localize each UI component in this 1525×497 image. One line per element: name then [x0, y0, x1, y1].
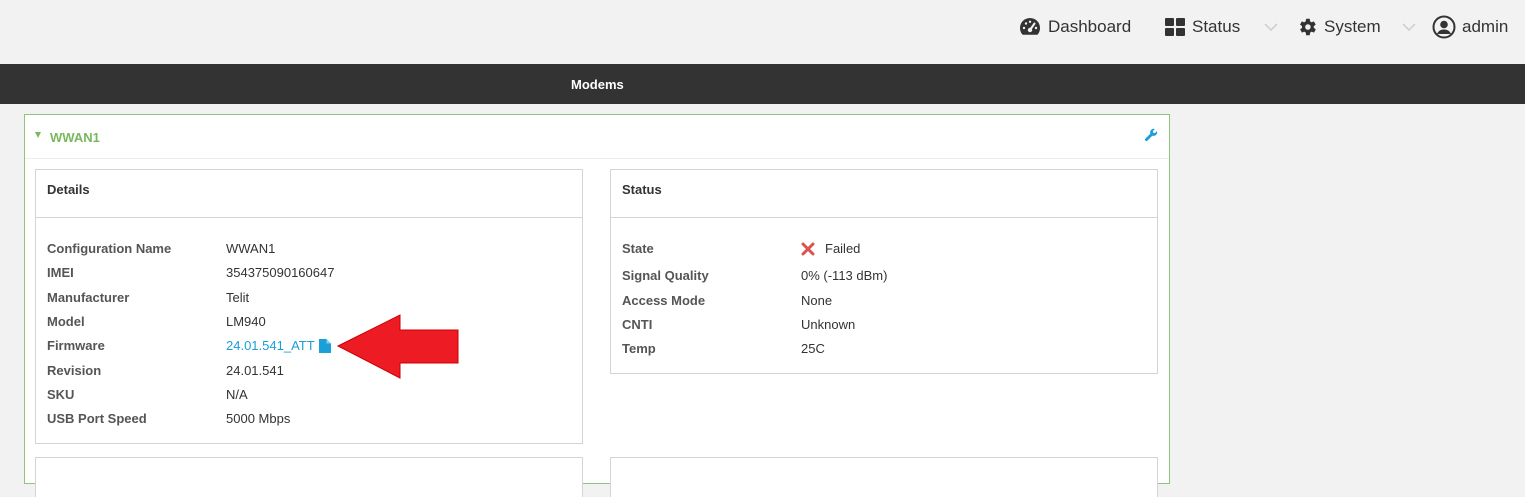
state-text: Failed	[825, 241, 861, 256]
detail-label: Revision	[47, 363, 102, 378]
detail-value: 5000 Mbps	[226, 411, 291, 426]
detail-value: N/A	[226, 387, 248, 402]
detail-value: 24.01.541_ATT	[226, 338, 331, 353]
nav-system-label: System	[1324, 17, 1381, 36]
detail-label: Configuration Name	[47, 241, 172, 256]
status-label: Temp	[622, 341, 656, 356]
file-icon[interactable]	[318, 338, 331, 353]
tab-modems[interactable]: Modems	[571, 77, 624, 92]
detail-row-revision: Revision 24.01.541	[36, 363, 582, 383]
status-value: None	[801, 293, 833, 308]
nav-status-label: Status	[1192, 17, 1241, 36]
status-row-state: State Failed	[611, 241, 1157, 261]
status-row-temp: Temp 25C	[611, 341, 1157, 361]
nav-dashboard-label: Dashboard	[1048, 17, 1132, 36]
wrench-icon[interactable]	[1144, 128, 1158, 142]
detail-label: Model	[47, 314, 85, 329]
chevron-down-icon[interactable]	[1400, 18, 1418, 36]
detail-row-firmware: Firmware 24.01.541_ATT	[36, 338, 582, 358]
status-value: 0% (-113 dBm)	[801, 268, 888, 283]
detail-row-usb-speed: USB Port Speed 5000 Mbps	[36, 411, 582, 431]
nav-user-label: admin	[1462, 17, 1509, 36]
detail-row-sku: SKU N/A	[36, 387, 582, 407]
detail-value: 354375090160647	[226, 265, 335, 280]
panel-title: WWAN1	[50, 130, 100, 145]
details-heading: Details	[36, 170, 582, 218]
detail-label: SKU	[47, 387, 75, 402]
detail-row-model: Model LM940	[36, 314, 582, 334]
status-label: State	[622, 241, 654, 256]
user-circle-icon	[1432, 15, 1456, 39]
status-heading: Status	[611, 170, 1157, 218]
gear-icon	[1300, 18, 1316, 36]
status-row-signal: Signal Quality 0% (-113 dBm)	[611, 268, 1157, 288]
nav-system[interactable]: System	[1296, 14, 1381, 40]
red-arrow-annotation	[336, 314, 459, 379]
details-card: Details Configuration Name WWAN1 IMEI 35…	[35, 169, 583, 444]
detail-value: LM940	[226, 314, 266, 329]
card-partial	[35, 457, 583, 497]
status-card: Status State Failed Signal Quality 0% (-…	[610, 169, 1158, 374]
grid-icon	[1165, 18, 1185, 36]
status-row-cnti: CNTI Unknown	[611, 317, 1157, 337]
nav-user-menu[interactable]: admin	[1432, 14, 1508, 40]
firmware-link-text: 24.01.541_ATT	[226, 338, 315, 353]
modem-panel: WWAN1 Details Configuration Name WWAN1 I…	[24, 114, 1170, 497]
firmware-link[interactable]: 24.01.541_ATT	[226, 338, 331, 353]
detail-value: WWAN1	[226, 241, 276, 256]
nav-dashboard[interactable]: Dashboard	[1018, 14, 1131, 40]
detail-label: USB Port Speed	[47, 411, 147, 426]
detail-row-imei: IMEI 354375090160647	[36, 265, 582, 285]
detail-label: Manufacturer	[47, 290, 130, 305]
x-icon	[801, 242, 815, 255]
status-row-access-mode: Access Mode None	[611, 293, 1157, 313]
status-label: Access Mode	[622, 293, 706, 308]
panel-header[interactable]: WWAN1	[25, 115, 1169, 159]
status-label: Signal Quality	[622, 268, 709, 283]
detail-label: Firmware	[47, 338, 105, 353]
detail-label: IMEI	[47, 265, 74, 280]
detail-value: Telit	[226, 290, 250, 305]
status-value: Unknown	[801, 317, 856, 332]
detail-value: 24.01.541	[226, 363, 284, 378]
top-navigation: Dashboard Status System admin	[0, 0, 1525, 64]
detail-row-config-name: Configuration Name WWAN1	[36, 241, 582, 261]
status-value: 25C	[801, 341, 825, 356]
collapse-triangle-icon[interactable]	[35, 132, 41, 138]
speedometer-icon	[1020, 18, 1041, 35]
nav-status[interactable]: Status	[1164, 14, 1240, 40]
status-label: CNTI	[622, 317, 653, 332]
detail-row-manufacturer: Manufacturer Telit	[36, 290, 582, 310]
card-partial	[610, 457, 1158, 497]
sub-navigation: Modems	[0, 64, 1525, 104]
status-value: Failed	[801, 241, 860, 259]
chevron-down-icon[interactable]	[1262, 18, 1280, 36]
